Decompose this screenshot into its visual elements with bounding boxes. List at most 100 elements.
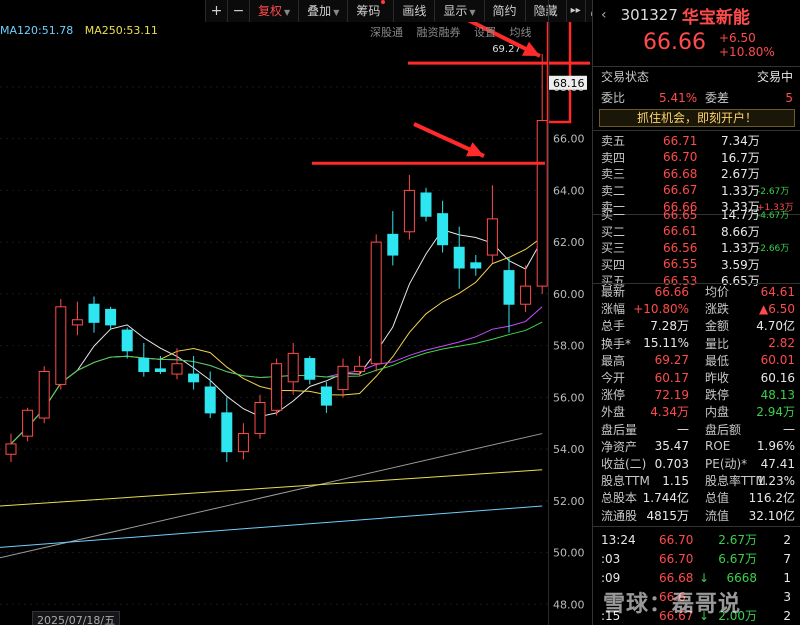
display-label: 显示 <box>443 4 468 18</box>
zoom-out-button[interactable]: − <box>227 0 249 22</box>
quote-header: ‹ 301327 华宝新能 <box>593 0 800 30</box>
stat-row: 最高 69.27 最低 60.01 <box>593 352 800 369</box>
bid-row: 买二 66.61 8.66万 <box>593 223 800 240</box>
divider <box>593 130 800 131</box>
ask-row: 卖四 66.70 16.7万 <box>593 149 800 166</box>
restore-right-label: 复权 <box>258 4 283 18</box>
stat-label: 换手* <box>601 336 632 351</box>
ma120-label: MA120:51.78 <box>0 24 74 37</box>
ma250-label: MA250:53.11 <box>84 24 158 37</box>
caret-down-icon: ▼ <box>284 8 291 17</box>
margin-trading-link[interactable]: 融资融券 <box>417 26 461 39</box>
draw-line-button[interactable]: 画线 <box>393 0 434 22</box>
overlay-button[interactable]: 叠加 ▼ <box>298 0 347 22</box>
stat-value: 4.34万 <box>650 405 689 420</box>
bid-row: 买一 66.65 14.7万 -4.67万 <box>593 206 800 223</box>
kline-chart[interactable]: 68.0066.0064.0062.0060.0058.0056.0054.00… <box>0 0 592 625</box>
current-price: 66.66 <box>643 30 706 55</box>
stat-label: 金额 <box>705 319 730 334</box>
stat-label: 涨幅 <box>601 302 626 317</box>
ask-label: 卖四 <box>601 150 626 165</box>
bid-label: 买三 <box>601 241 626 255</box>
settings-link[interactable]: 设置 <box>474 26 496 39</box>
candle-body <box>320 386 332 406</box>
ask-price: 66.70 <box>663 150 698 164</box>
stat-value: 4815万 <box>646 508 689 523</box>
stat-value: 64.61 <box>760 284 795 299</box>
stat-row: 涨停 72.19 跌停 48.13 <box>593 386 800 403</box>
chips-button[interactable]: 筹码 <box>347 0 393 22</box>
change-amount: +6.50 <box>719 31 756 45</box>
stat-row: 最新 66.66 均价 64.61 <box>593 283 800 300</box>
stat-label: 收益(二) <box>601 457 647 471</box>
stat-label: 均价 <box>705 285 730 299</box>
stat-value: 60.17 <box>654 370 689 385</box>
ask-price: 66.67 <box>663 183 698 197</box>
stat-value: 32.10亿 <box>748 508 795 523</box>
display-button[interactable]: 显示 ▼ <box>434 0 483 22</box>
quote-panel: ‹ 301327 华宝新能 66.66 +6.50 +10.80% 交易状态 交… <box>592 0 800 625</box>
bid-price: 66.55 <box>663 257 698 271</box>
stat-row: 涨幅 +10.80% 涨跌 ▲6.50 <box>593 300 800 317</box>
candle-body <box>254 402 266 435</box>
stat-value: 7.28万 <box>650 319 689 334</box>
stat-row: 净资产 35.47 ROE 1.96% <box>593 438 800 455</box>
bid-label: 买二 <box>601 224 626 239</box>
stat-value: 72.19 <box>654 387 689 402</box>
stat-row: 收益(二) 0.703 PE(动)* 47.41 <box>593 455 800 472</box>
candle-body <box>354 365 366 372</box>
simple-mode-button[interactable]: 简约 <box>483 0 525 22</box>
tick-price: 66.70 <box>659 532 694 547</box>
ask-volume: 1.33万 <box>721 183 760 198</box>
change-percent: +10.80% <box>719 45 775 59</box>
candle-body <box>22 409 34 437</box>
ma-lines-link[interactable]: 均线 <box>510 26 532 39</box>
ask-delta: -2.67万 <box>757 186 790 197</box>
stat-value: 48.13 <box>760 387 795 402</box>
bid-price: 66.61 <box>663 224 698 238</box>
stat-label: 总手 <box>601 319 626 334</box>
zoom-in-button[interactable]: + <box>205 0 227 22</box>
open-account-banner[interactable]: 抓住机会，即刻开户！ <box>599 109 795 127</box>
candle-body <box>304 358 316 380</box>
candle-body <box>387 233 399 256</box>
restore-right-button[interactable]: 复权 ▼ <box>249 0 298 22</box>
stat-label: 净资产 <box>601 439 638 454</box>
stat-value: — <box>677 422 689 437</box>
status-value: 交易中 <box>756 70 793 84</box>
stat-label: 最低 <box>705 353 730 368</box>
stat-label: 量比 <box>705 336 730 351</box>
caret-down-icon: ▼ <box>333 8 340 17</box>
tick-price: 66.68 <box>659 570 694 585</box>
candle-body <box>105 308 117 326</box>
stat-value: 1.15 <box>662 473 689 488</box>
candle-body <box>453 246 465 269</box>
stat-value: 69.27 <box>654 353 689 368</box>
stat-value: 2.82 <box>768 336 795 351</box>
chevron-left-icon[interactable]: ‹ <box>601 7 607 23</box>
ask-label: 卖三 <box>601 167 626 181</box>
stat-label: 涨跌 <box>705 302 730 317</box>
stat-value: 47.41 <box>760 456 795 471</box>
tick-count: 7 <box>783 551 791 566</box>
candle-body <box>237 433 249 453</box>
stat-label: 盘后额 <box>705 422 742 437</box>
chart-sub-links: 深股通 融资融券 设置 均线 <box>370 24 542 40</box>
stat-label: 外盘 <box>601 405 626 420</box>
stat-value: 66.66 <box>654 284 689 299</box>
stat-value: 1.744亿 <box>642 491 689 506</box>
ask-price: 66.71 <box>663 133 698 148</box>
stat-label: ROE <box>705 439 731 454</box>
stock-code: 301327 <box>620 6 678 24</box>
shenzhen-connect-link[interactable]: 深股通 <box>370 26 403 39</box>
tick-time: :03 <box>601 551 621 566</box>
ask-label: 卖五 <box>601 134 626 148</box>
stat-label: 昨收 <box>705 371 730 385</box>
candlestick-plot[interactable]: 68.0066.0064.0062.0060.0058.0056.0054.00… <box>0 0 592 625</box>
stat-label: 总股本 <box>601 491 638 506</box>
stat-row: 股息TTM 1.15 股息率TTM 1.23% <box>593 472 800 489</box>
date-label: 2025/07/18/五 <box>32 611 121 625</box>
candle-body <box>403 189 415 233</box>
stat-label: PE(动)* <box>705 457 748 471</box>
bid-label: 买一 <box>601 208 626 222</box>
